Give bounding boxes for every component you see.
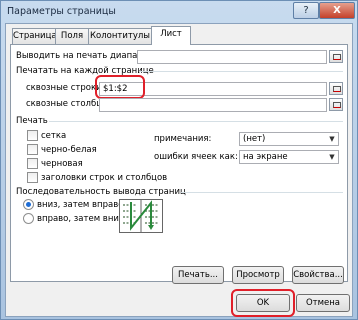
cell-errors-label: ошибки ячеек как: — [154, 152, 238, 162]
print-group-label: Печать — [16, 116, 48, 126]
draft-label: черновая — [41, 159, 83, 169]
print-area-label: Выводить на печать диапазон: — [16, 51, 156, 61]
print-area-input[interactable] — [137, 50, 327, 64]
rows-collapse-icon[interactable] — [329, 82, 343, 95]
print-preview-button[interactable]: Просмотр — [232, 266, 284, 284]
down-then-over-radio[interactable] — [23, 199, 34, 210]
dialog-client: Страница Поля Колонтитулы Лист Выводить … — [5, 23, 353, 317]
row-col-headings-label: заголовки строк и столбцов — [41, 173, 168, 183]
tab-page[interactable]: Страница — [12, 28, 57, 44]
title-bar: Параметры страницы ? X — [1, 1, 357, 23]
rows-to-repeat-label: сквозные строки: — [26, 83, 105, 93]
comments-label: примечания: — [154, 134, 212, 144]
close-button[interactable]: X — [319, 2, 355, 19]
page-order-preview-icon — [119, 199, 163, 233]
page-setup-dialog: Параметры страницы ? X Страница Поля Кол… — [0, 0, 358, 320]
help-button[interactable]: ? — [293, 2, 319, 19]
black-white-checkbox[interactable] — [27, 144, 38, 155]
cols-to-repeat-input[interactable] — [99, 98, 327, 112]
divider — [49, 121, 343, 122]
page-order-group-label: Последовательность вывода страниц — [16, 187, 186, 197]
over-then-down-label: вправо, затем вниз — [37, 214, 124, 224]
tab-header-footer[interactable]: Колонтитулы — [88, 28, 152, 44]
draft-checkbox[interactable] — [27, 158, 38, 169]
over-then-down-radio[interactable] — [23, 213, 34, 224]
cols-collapse-icon[interactable] — [329, 98, 343, 111]
cancel-button[interactable]: Отмена — [296, 294, 350, 312]
gridlines-label: сетка — [41, 131, 67, 141]
properties-button[interactable]: Свойства... — [292, 266, 344, 284]
down-then-over-label: вниз, затем вправо — [37, 200, 124, 210]
comments-select[interactable]: (нет) ▼ — [239, 132, 339, 146]
ok-highlight-mark — [231, 289, 295, 317]
divider — [181, 192, 343, 193]
print-area-collapse-icon[interactable] — [329, 50, 343, 63]
print-button[interactable]: Печать... — [172, 266, 224, 284]
tab-margins[interactable]: Поля — [55, 28, 89, 44]
chevron-down-icon: ▼ — [329, 135, 335, 143]
rows-highlight-mark — [95, 75, 145, 99]
cell-errors-select[interactable]: на экране ▼ — [239, 150, 339, 164]
window-title: Параметры страницы — [7, 6, 116, 17]
tab-sheet[interactable]: Лист — [151, 26, 191, 45]
gridlines-checkbox[interactable] — [27, 130, 38, 141]
row-col-headings-checkbox[interactable] — [27, 172, 38, 183]
comments-value: (нет) — [243, 134, 266, 144]
chevron-down-icon: ▼ — [329, 153, 335, 161]
black-white-label: черно-белая — [41, 145, 97, 155]
cell-errors-value: на экране — [243, 152, 288, 162]
divider — [139, 71, 343, 72]
sheet-panel: Выводить на печать диапазон: Печатать на… — [10, 44, 348, 282]
